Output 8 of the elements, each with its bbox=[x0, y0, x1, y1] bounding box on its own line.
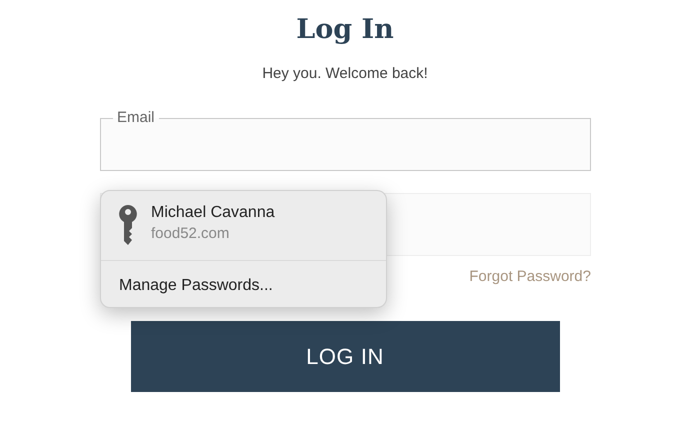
manage-passwords-item[interactable]: Manage Passwords... bbox=[101, 261, 386, 298]
key-icon bbox=[119, 205, 137, 245]
account-site: food52.com bbox=[151, 224, 230, 244]
page-title: Log In bbox=[296, 13, 394, 47]
login-button[interactable]: LOG IN bbox=[130, 320, 560, 392]
welcome-text: Hey you. Welcome back! bbox=[262, 64, 428, 84]
saved-account-item[interactable]: Michael Cavanna food52.com bbox=[101, 191, 386, 261]
account-name: Michael Cavanna bbox=[151, 203, 275, 223]
